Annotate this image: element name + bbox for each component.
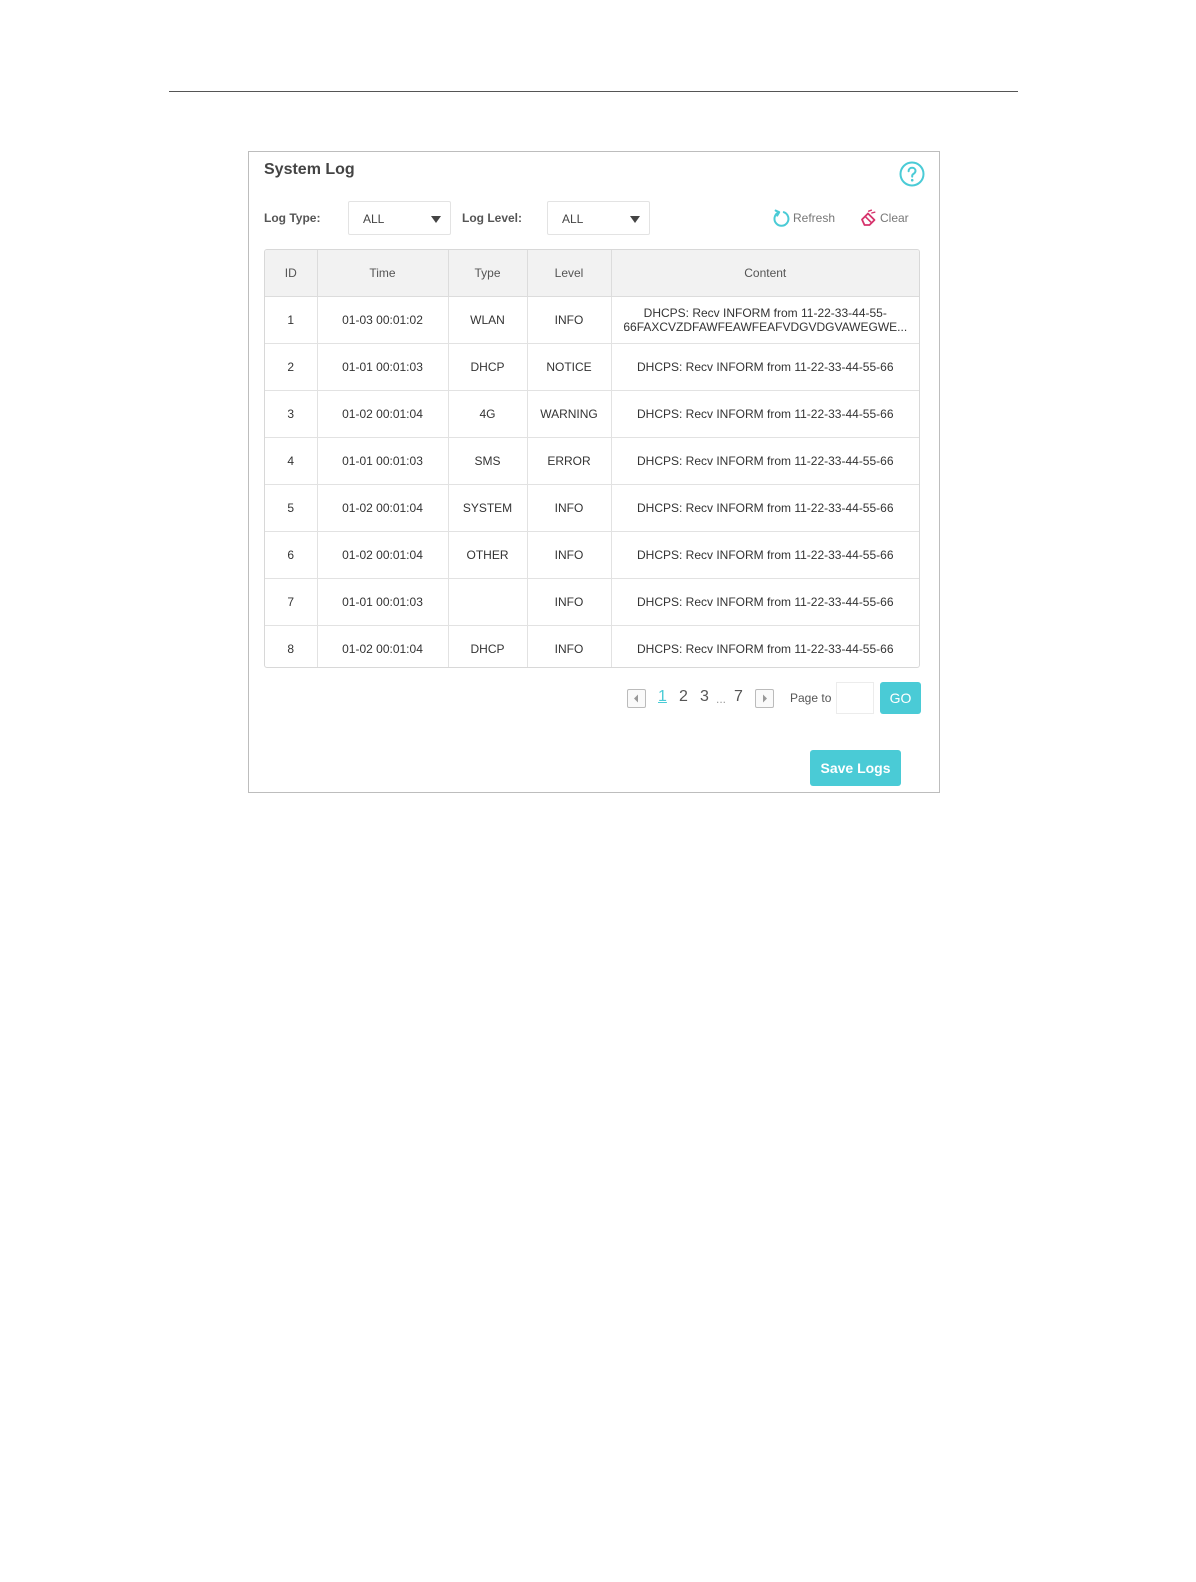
prev-page-button[interactable]: [627, 689, 646, 708]
chevron-left-icon: [634, 694, 638, 703]
table-row[interactable]: 4 01-01 00:01:03 SMS ERROR DHCPS: Recv I…: [265, 437, 919, 485]
cell-type: DHCP: [448, 625, 528, 667]
cell-time: 01-02 00:01:04: [317, 625, 449, 667]
page-header-rule: [169, 91, 1018, 92]
cell-content: DHCPS: Recv INFORM from 11-22-33-44-55-6…: [611, 484, 919, 532]
cell-type: 4G: [448, 390, 528, 438]
cell-level: NOTICE: [527, 343, 612, 391]
cell-content: DHCPS: Recv INFORM from 11-22-33-44-55-6…: [611, 578, 919, 626]
cell-id: 5: [265, 484, 318, 532]
cell-content: DHCPS: Recv INFORM from 11-22-33-44-55-6…: [636, 642, 894, 656]
cell-level: INFO: [527, 296, 612, 344]
page-link-1[interactable]: 1: [658, 688, 667, 706]
cell-id: 6: [265, 531, 318, 579]
clear-button[interactable]: Clear: [859, 208, 909, 228]
cell-level: INFO: [527, 531, 612, 579]
column-header-level[interactable]: Level: [527, 250, 612, 297]
cell-time: 01-01 00:01:03: [317, 343, 449, 391]
table-row[interactable]: 6 01-02 00:01:04 OTHER INFO DHCPS: Recv …: [265, 531, 919, 579]
cell-id: 7: [265, 578, 318, 626]
cell-type: [448, 578, 528, 626]
cell-level: INFO: [527, 625, 612, 667]
refresh-button[interactable]: Refresh: [772, 208, 835, 228]
log-type-label: Log Type:: [264, 211, 321, 225]
cell-content: DHCPS: Recv INFORM from 11-22-33-44-55-6…: [611, 390, 919, 438]
column-header-content[interactable]: Content: [611, 250, 919, 297]
column-header-type[interactable]: Type: [448, 250, 528, 297]
log-type-select[interactable]: ALL: [348, 201, 451, 235]
page-ellipsis: ...: [716, 692, 727, 706]
cell-type: WLAN: [448, 296, 528, 344]
table-row[interactable]: 8 01-02 00:01:04 DHCP INFO DHCPS: Recv I…: [265, 625, 919, 667]
table-row[interactable]: 7 01-01 00:01:03 INFO DHCPS: Recv INFORM…: [265, 578, 919, 626]
page-link-last[interactable]: 7: [734, 688, 743, 706]
cell-id: 8: [265, 625, 318, 667]
cell-content: DHCPS: Recv INFORM from 11-22-33-44-55-6…: [611, 531, 919, 579]
cell-content: DHCPS: Recv INFORM from 11-22-33-44-55- …: [611, 296, 919, 344]
caret-down-icon: [630, 216, 640, 223]
refresh-icon: [773, 209, 790, 227]
cell-time: 01-02 00:01:04: [317, 531, 449, 579]
panel-title: System Log: [264, 161, 355, 178]
cell-time: 01-02 00:01:04: [317, 390, 449, 438]
table-row[interactable]: 1 01-03 00:01:02 WLAN INFO DHCPS: Recv I…: [265, 296, 919, 344]
log-table: ID Time Type Level Content 1 01-03 00:01…: [264, 249, 920, 668]
eraser-icon: [861, 209, 876, 226]
cell-time: 01-02 00:01:04: [317, 484, 449, 532]
cell-type: SMS: [448, 437, 528, 485]
column-header-id[interactable]: ID: [265, 250, 318, 297]
cell-level: ERROR: [527, 437, 612, 485]
cell-id: 3: [265, 390, 318, 438]
system-log-panel: System Log Log Type: ALL Log Level: ALL …: [248, 151, 940, 793]
log-level-label: Log Level:: [462, 211, 523, 225]
table-row[interactable]: 5 01-02 00:01:04 SYSTEM INFO DHCPS: Recv…: [265, 484, 919, 532]
chevron-right-icon: [763, 694, 767, 703]
log-level-select[interactable]: ALL: [547, 201, 650, 235]
cell-time: 01-01 00:01:03: [317, 437, 449, 485]
table-header-row: ID Time Type Level Content: [265, 250, 919, 297]
cell-type: OTHER: [448, 531, 528, 579]
cell-time: 01-03 00:01:02: [317, 296, 449, 344]
log-level-value: ALL: [562, 212, 584, 226]
cell-type: DHCP: [448, 343, 528, 391]
page-number-input[interactable]: [836, 682, 874, 714]
log-type-value: ALL: [363, 212, 385, 226]
table-row[interactable]: 2 01-01 00:01:03 DHCP NOTICE DHCPS: Recv…: [265, 343, 919, 391]
table-row[interactable]: 3 01-02 00:01:04 4G WARNING DHCPS: Recv …: [265, 390, 919, 438]
page-to-label: Page to: [790, 691, 832, 705]
column-header-time[interactable]: Time: [317, 250, 449, 297]
clear-label: Clear: [880, 211, 909, 225]
next-page-button[interactable]: [755, 689, 774, 708]
cell-level: INFO: [527, 578, 612, 626]
cell-id: 4: [265, 437, 318, 485]
cell-id: 2: [265, 343, 318, 391]
page-link-2[interactable]: 2: [679, 688, 688, 706]
refresh-label: Refresh: [793, 211, 836, 225]
cell-type: SYSTEM: [448, 484, 528, 532]
cell-id: 1: [265, 296, 318, 344]
caret-down-icon: [431, 216, 441, 223]
cell-time: 01-01 00:01:03: [317, 578, 449, 626]
save-logs-button[interactable]: Save Logs: [810, 750, 901, 786]
cell-level: WARNING: [527, 390, 612, 438]
go-button[interactable]: GO: [880, 682, 921, 714]
page-link-3[interactable]: 3: [700, 688, 709, 706]
cell-level: INFO: [527, 484, 612, 532]
cell-content-line: DHCPS: Recv INFORM from 11-22-33-44-55-: [643, 306, 887, 320]
cell-content: DHCPS: Recv INFORM from 11-22-33-44-55-6…: [611, 343, 919, 391]
pagination: 1 2 3 ... 7 Page to GO: [249, 682, 939, 714]
cell-content-line: 66FAXCVZDFAWFEAWFEAFVDGVDGVAWEGWE...: [623, 320, 908, 334]
cell-content: DHCPS: Recv INFORM from 11-22-33-44-55-6…: [611, 437, 919, 485]
help-circle-icon[interactable]: [899, 161, 925, 187]
